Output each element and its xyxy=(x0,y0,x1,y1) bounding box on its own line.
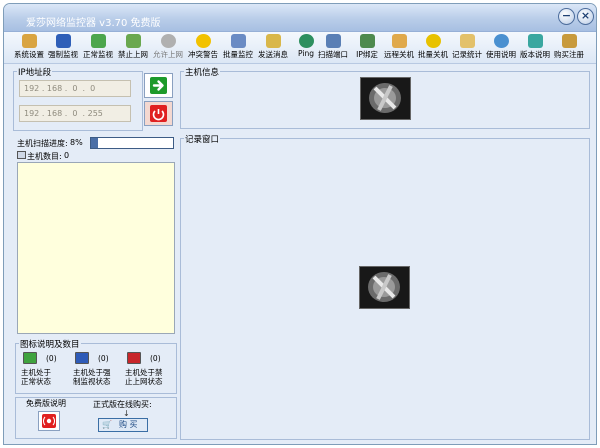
tools-logo-icon xyxy=(369,83,401,113)
legend-count: (0) xyxy=(46,354,57,363)
toolbar-label: 版本说明 xyxy=(520,50,550,59)
remote-shutdown-icon xyxy=(391,34,407,48)
record-stats-button[interactable]: 记录统计 xyxy=(450,34,484,62)
app-window: 爱莎网络监控器 v3.70 免费版 − × 系统设置 强制监视 正常监视 禁止上… xyxy=(3,3,597,445)
arrow-right-icon xyxy=(150,77,167,94)
scan-progress-bar xyxy=(90,137,174,149)
window-title: 爱莎网络监控器 v3.70 免费版 xyxy=(26,18,161,29)
ip-range-group-title: IP地址段 xyxy=(17,66,53,78)
batch-monitor-icon xyxy=(230,34,246,48)
block-icon xyxy=(125,34,141,48)
start-ip-field[interactable]: 192 . 168 . 0 . 0 xyxy=(19,80,131,97)
host-count-value: 0 xyxy=(64,151,70,160)
toolbar-label: 购买注册 xyxy=(554,50,584,59)
allow-icon xyxy=(160,34,176,48)
system-settings-button[interactable]: 系统设置 xyxy=(13,34,45,62)
toolbar-label: 冲突警告 xyxy=(188,50,218,59)
ping-icon xyxy=(298,34,314,48)
toolbar-label: 发送消息 xyxy=(258,50,288,59)
force-monitor-button[interactable]: 强制监视 xyxy=(46,34,80,62)
remote-shutdown-button[interactable]: 远程关机 xyxy=(382,34,416,62)
batch-monitor-button[interactable]: 批量监控 xyxy=(221,34,255,62)
host-list[interactable] xyxy=(17,162,175,334)
warning-icon xyxy=(195,34,211,48)
batch-shutdown-button[interactable]: 批量关机 xyxy=(416,34,450,62)
toolbar-label: 扫描端口 xyxy=(318,50,348,59)
toolbar-label: 系统设置 xyxy=(14,50,44,59)
normal-status-icon xyxy=(23,352,37,364)
message-icon xyxy=(265,34,281,48)
buy-button-label: 购 买 xyxy=(119,420,138,429)
close-button[interactable]: × xyxy=(577,8,594,25)
stop-scan-button[interactable] xyxy=(144,101,173,126)
toolbar-label: 禁止上网 xyxy=(118,50,148,59)
version-info-button[interactable]: 版本说明 xyxy=(518,34,552,62)
send-message-button[interactable]: 发送消息 xyxy=(256,34,290,62)
legend-count: (0) xyxy=(98,354,109,363)
free-notice-button[interactable] xyxy=(38,411,60,431)
toolbar-label: 正常监视 xyxy=(83,50,113,59)
version-icon xyxy=(527,34,543,48)
scan-progress-percent: 8% xyxy=(70,138,83,147)
legend-label: 主机处于禁 止上网状态 xyxy=(125,368,163,386)
scan-progress-fill xyxy=(91,138,98,148)
computer-icon xyxy=(17,151,26,159)
radiation-icon xyxy=(425,34,441,48)
block-internet-button[interactable]: 禁止上网 xyxy=(116,34,150,62)
ip-bind-button[interactable]: IP绑定 xyxy=(352,34,382,62)
host-info-title: 主机信息 xyxy=(184,66,221,78)
monitor-icon xyxy=(90,34,106,48)
normal-monitor-button[interactable]: 正常监视 xyxy=(81,34,115,62)
scan-port-icon xyxy=(325,34,341,48)
tools-logo-icon xyxy=(368,272,400,302)
power-icon xyxy=(150,105,167,122)
legend-count: (0) xyxy=(150,354,161,363)
legend-label: 主机处于 正常状态 xyxy=(21,368,51,386)
host-count-label: 主机数目: xyxy=(27,152,62,161)
minimize-button[interactable]: − xyxy=(558,8,575,25)
buy-button[interactable]: 🛒 购 买 xyxy=(98,418,148,432)
conflict-warning-button[interactable]: 冲突警告 xyxy=(186,34,220,62)
allow-internet-button[interactable]: 允许上网 xyxy=(151,34,185,62)
start-scan-button[interactable] xyxy=(144,73,173,98)
record-window-image xyxy=(359,266,410,309)
down-arrow-icon: ↓ xyxy=(123,409,130,418)
host-info-image xyxy=(360,77,411,120)
toolbar-label: 使用说明 xyxy=(486,50,516,59)
gear-icon xyxy=(21,34,37,48)
toolbar-label: 强制监视 xyxy=(48,50,78,59)
folder-icon xyxy=(459,34,475,48)
monitor-icon xyxy=(55,34,71,48)
signal-icon xyxy=(42,414,56,428)
end-ip-field[interactable]: 192 . 168 . 0 . 255 xyxy=(19,105,131,122)
force-monitor-status-icon xyxy=(75,352,89,364)
cart-icon: 🛒 xyxy=(102,420,112,429)
register-icon xyxy=(561,34,577,48)
free-notice-label: 免费版说明 xyxy=(26,399,66,408)
purchase-register-button[interactable]: 购买注册 xyxy=(552,34,586,62)
ip-bind-icon xyxy=(359,34,375,48)
toolbar: 系统设置 强制监视 正常监视 禁止上网 允许上网 冲突警告 批量监控 发送消息 xyxy=(4,32,596,64)
legend-label: 主机处于强 制监视状态 xyxy=(73,368,111,386)
toolbar-label: 允许上网 xyxy=(153,50,183,59)
help-icon xyxy=(493,34,509,48)
toolbar-label: IP绑定 xyxy=(356,50,378,59)
scan-port-button[interactable]: 扫描端口 xyxy=(316,34,350,62)
usage-help-button[interactable]: 使用说明 xyxy=(484,34,518,62)
toolbar-label: 批量关机 xyxy=(418,50,448,59)
record-window-title: 记录窗口 xyxy=(184,133,221,145)
toolbar-label: 批量监控 xyxy=(223,50,253,59)
blocked-status-icon xyxy=(127,352,141,364)
toolbar-label: 远程关机 xyxy=(384,50,414,59)
title-bar: 爱莎网络监控器 v3.70 免费版 − × xyxy=(4,4,596,32)
toolbar-label: 记录统计 xyxy=(452,50,482,59)
scan-progress-label: 主机扫描进度: xyxy=(17,139,68,148)
legend-group-title: 图标说明及数目 xyxy=(19,338,81,350)
